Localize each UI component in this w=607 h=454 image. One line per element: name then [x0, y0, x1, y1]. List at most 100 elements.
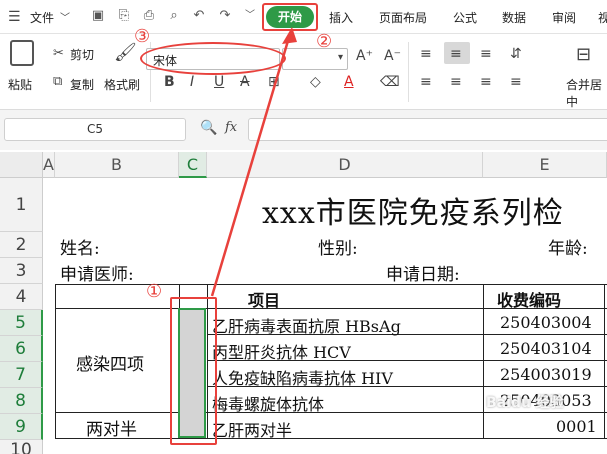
item-name[interactable]: 乙肝两对半 [212, 417, 292, 441]
align-right-icon[interactable]: ≡ [480, 74, 492, 90]
date-label[interactable]: 申请日期: [386, 260, 460, 285]
table-border [55, 438, 607, 439]
align-bottom-icon[interactable]: ≡ [480, 46, 492, 62]
select-all-corner[interactable] [0, 152, 43, 178]
fill-color-icon[interactable]: ◇ [310, 74, 321, 90]
item-code[interactable]: 0001 [556, 417, 597, 436]
name-box[interactable]: C5 [4, 118, 186, 141]
strikethrough-icon[interactable]: A [240, 74, 250, 90]
item-name[interactable]: 梅毒螺旋体抗体 [212, 391, 324, 415]
watermark: Baidu 经验 [486, 395, 564, 411]
formula-input[interactable] [248, 118, 607, 141]
row-header-5[interactable]: 5 [0, 310, 43, 336]
row-header-7[interactable]: 7 [0, 362, 43, 388]
redo-icon[interactable]: ↷ [217, 8, 233, 24]
item-code[interactable]: 250403104 [500, 339, 592, 358]
table-border [55, 284, 607, 285]
table-border [604, 284, 605, 438]
column-header-d[interactable]: D [207, 152, 483, 178]
print-preview-icon[interactable]: ⌕ [166, 8, 182, 24]
underline-icon[interactable]: U [214, 74, 224, 90]
ribbon: 粘贴 ✂ 剪切 ⧉ 复制 🖌 格式刷 宋体 ▾ A⁺ A⁻ B I U A ⊞ … [0, 34, 607, 110]
font-color-icon[interactable]: A [344, 74, 354, 90]
scissors-icon[interactable]: ✂ [53, 46, 64, 61]
clear-format-icon[interactable]: ⌫ [380, 74, 400, 90]
table-border [55, 284, 56, 438]
chevron-down-icon[interactable]: ﹀ [60, 9, 70, 24]
tab-data[interactable]: 数据 [502, 9, 526, 26]
tab-formulas[interactable]: 公式 [453, 9, 477, 26]
item-name[interactable]: 乙肝病毒表面抗原 HBsAg [212, 313, 401, 337]
annotation-box-home [262, 3, 318, 31]
export-icon[interactable]: ⎘ [116, 8, 132, 24]
header-code[interactable]: 收费编码 [497, 287, 561, 311]
column-header-a[interactable]: A [43, 152, 55, 178]
print-icon[interactable]: ⎙ [141, 8, 157, 24]
customize-chevron-icon[interactable]: ﹀ [242, 8, 258, 24]
copy-icon[interactable]: ⧉ [53, 74, 62, 89]
fx-icon[interactable]: fx [225, 120, 237, 135]
row-header-6[interactable]: 6 [0, 336, 43, 362]
tab-view[interactable]: 视 [598, 9, 607, 26]
annotation-number-one: ① [146, 281, 163, 302]
format-painter-button[interactable]: 格式刷 [104, 76, 140, 93]
group-hbv-panel[interactable]: 两对半 [86, 415, 137, 440]
align-top-icon[interactable]: ≡ [420, 46, 432, 62]
tab-insert[interactable]: 插入 [329, 9, 353, 26]
row-header-2[interactable]: 2 [0, 232, 43, 258]
table-border [55, 412, 607, 413]
item-name[interactable]: 人免疫缺陷病毒抗体 HIV [212, 365, 393, 389]
italic-icon[interactable]: I [190, 74, 194, 90]
tab-review[interactable]: 审阅 [552, 9, 576, 26]
copy-button[interactable]: 复制 [70, 76, 94, 93]
border-icon[interactable]: ⊞ [268, 74, 280, 90]
paste-icon[interactable] [10, 40, 34, 66]
annotation-oval-font [140, 42, 286, 75]
decrease-font-icon[interactable]: A⁻ [384, 48, 401, 64]
row-header-9[interactable]: 9 [0, 414, 43, 440]
column-header-e[interactable]: E [483, 152, 607, 178]
row-header-8[interactable]: 8 [0, 388, 43, 414]
file-menu[interactable]: 文件 [30, 9, 54, 26]
increase-font-icon[interactable]: A⁺ [356, 48, 373, 64]
column-header-b[interactable]: B [55, 152, 179, 178]
justify-icon[interactable]: ≡ [510, 74, 522, 90]
column-header-c[interactable]: C [179, 152, 207, 178]
row-header-3[interactable]: 3 [0, 258, 43, 284]
align-center-icon[interactable]: ≡ [450, 74, 462, 90]
formula-bar: C5 🔍 fx [0, 110, 607, 150]
menu-bar: ☰ 文件 ﹀ ▣ ⎘ ⎙ ⌕ ↶ ↷ ﹀ 开始 插入 页面布局 公式 数据 审阅… [0, 0, 607, 34]
annotation-number-three: ③ [134, 26, 151, 47]
align-middle-icon[interactable]: ≡ [450, 46, 462, 62]
age-label[interactable]: 年龄: [548, 234, 588, 259]
undo-icon[interactable]: ↶ [191, 8, 207, 24]
ribbon-separator [408, 42, 409, 102]
chevron-down-icon[interactable]: ▾ [338, 52, 343, 63]
header-item[interactable]: 项目 [248, 287, 280, 311]
paste-button[interactable]: 粘贴 [8, 76, 32, 93]
row-header-1[interactable]: 1 [0, 178, 43, 232]
hamburger-menu-icon[interactable]: ☰ [8, 9, 21, 25]
row-header-10[interactable]: 10 [0, 440, 43, 454]
doctor-label[interactable]: 申请医师: [60, 260, 134, 285]
font-size-select[interactable]: ▾ [282, 48, 348, 70]
tab-page-layout[interactable]: 页面布局 [379, 9, 427, 26]
name-label[interactable]: 姓名: [60, 234, 100, 259]
gender-label[interactable]: 性别: [318, 234, 358, 259]
merge-center-icon[interactable]: ⊟ [576, 44, 591, 65]
item-code[interactable]: 250403004 [500, 313, 592, 332]
item-code[interactable]: 254003019 [500, 365, 592, 384]
annotation-number-two: ② [316, 31, 333, 52]
table-border [483, 284, 484, 438]
item-name[interactable]: 丙型肝炎抗体 HCV [212, 339, 351, 363]
row-header-4[interactable]: 4 [0, 284, 43, 310]
align-left-icon[interactable]: ≡ [420, 74, 432, 90]
orientation-icon[interactable]: ⇵ [510, 46, 522, 62]
zoom-icon[interactable]: 🔍 [200, 120, 217, 136]
sheet-title[interactable]: xxx市医院免疫系列检 [262, 188, 564, 232]
group-infection-four[interactable]: 感染四项 [76, 350, 144, 375]
merge-center-button[interactable]: 合并居中 [566, 76, 607, 110]
bold-icon[interactable]: B [164, 74, 175, 90]
cut-button[interactable]: 剪切 [70, 46, 94, 63]
save-icon[interactable]: ▣ [90, 8, 106, 24]
